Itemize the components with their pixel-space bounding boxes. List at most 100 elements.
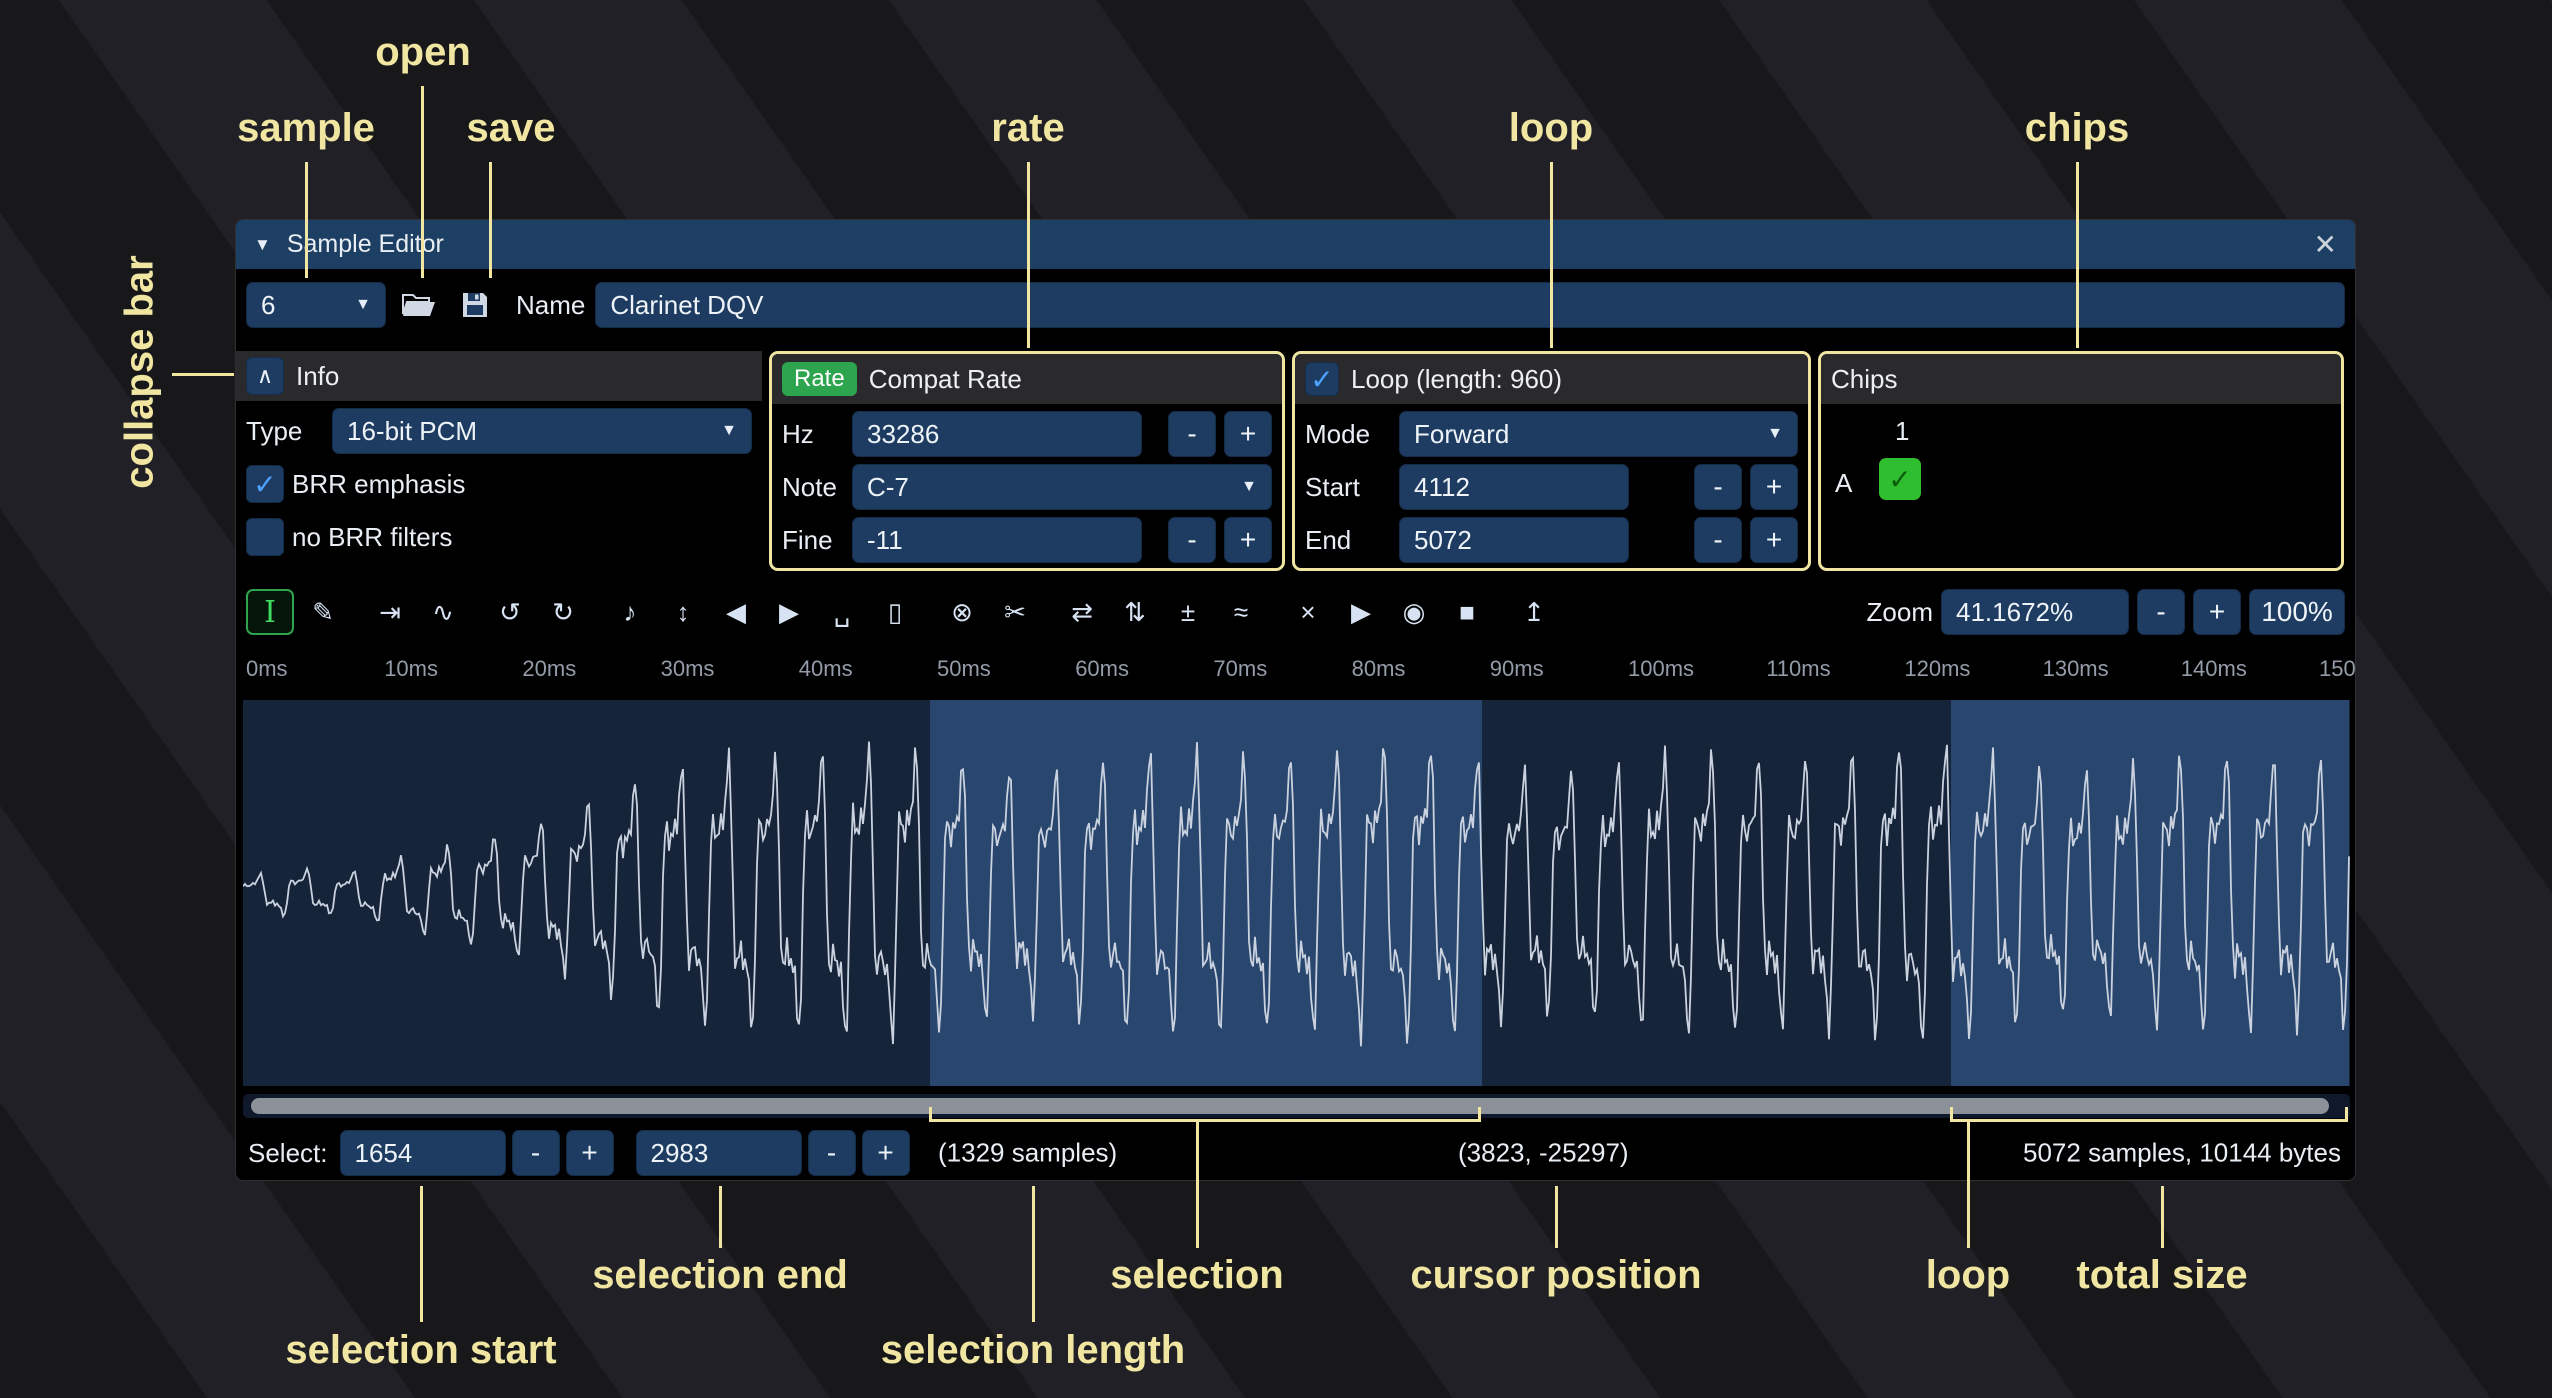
selection-end-plus-button[interactable]: + bbox=[862, 1130, 910, 1176]
hz-label: Hz bbox=[782, 419, 844, 450]
sample-select-value: 6 bbox=[261, 290, 275, 321]
no-brr-filters-checkbox[interactable] bbox=[246, 518, 284, 556]
hz-input[interactable]: 33286 bbox=[852, 411, 1142, 457]
loop-end-minus-button[interactable]: - bbox=[1694, 517, 1742, 563]
info-header[interactable]: ∧ Info bbox=[236, 351, 762, 401]
type-value: 16-bit PCM bbox=[347, 416, 477, 447]
loop-end-plus-button[interactable]: + bbox=[1750, 517, 1798, 563]
fade-in-icon[interactable]: ◀ bbox=[712, 589, 760, 635]
crossfade-loop-icon[interactable]: × bbox=[1284, 589, 1332, 635]
loop-start-input[interactable]: 4112 bbox=[1399, 464, 1629, 510]
loop-end-input[interactable]: 5072 bbox=[1399, 517, 1629, 563]
resize-icon[interactable]: ⇥ bbox=[366, 589, 414, 635]
insert-silence-icon[interactable]: ␣ bbox=[818, 589, 866, 635]
floppy-disk-icon bbox=[461, 291, 489, 319]
selection-start-plus-button[interactable]: + bbox=[566, 1130, 614, 1176]
redo-icon[interactable]: ↻ bbox=[539, 589, 587, 635]
create-wavetable-icon[interactable]: ↥ bbox=[1510, 589, 1558, 635]
apply-silence-icon[interactable]: ▯ bbox=[871, 589, 919, 635]
amplify-icon[interactable]: ♪ bbox=[606, 589, 654, 635]
brr-emphasis-checkbox[interactable]: ✓ bbox=[246, 465, 284, 503]
draw-icon[interactable]: ✎ bbox=[299, 589, 347, 635]
zoom-out-button[interactable]: - bbox=[2137, 589, 2185, 635]
normalize-icon[interactable]: ↕ bbox=[659, 589, 707, 635]
note-select[interactable]: C-7 ▼ bbox=[852, 464, 1272, 510]
undo-icon[interactable]: ↺ bbox=[486, 589, 534, 635]
selection-start-input[interactable]: 1654 bbox=[340, 1130, 506, 1176]
chips-header-label: Chips bbox=[1831, 364, 1897, 395]
resample-icon[interactable]: ∿ bbox=[419, 589, 467, 635]
loop-bracket-tick bbox=[1950, 1107, 1953, 1119]
annotation-line bbox=[719, 1186, 722, 1248]
collapse-bar-button[interactable]: ∧ bbox=[246, 357, 284, 395]
hz-plus-button[interactable]: + bbox=[1224, 411, 1272, 457]
loop-mode-value: Forward bbox=[1414, 419, 1509, 450]
delete-icon[interactable]: ⊗ bbox=[938, 589, 986, 635]
name-input[interactable]: Clarinet DQV bbox=[595, 282, 2345, 328]
open-button[interactable] bbox=[396, 282, 442, 328]
edit-cursor-icon[interactable]: I bbox=[246, 589, 294, 635]
stop-icon[interactable]: ■ bbox=[1443, 589, 1491, 635]
horizontal-scrollbar[interactable] bbox=[243, 1094, 2350, 1118]
zoom-reset-button[interactable]: 100% bbox=[2249, 589, 2345, 635]
note-value: C-7 bbox=[867, 472, 909, 503]
annotation-line bbox=[489, 162, 492, 278]
annotation-chips: chips bbox=[2025, 106, 2129, 151]
zoom-in-button[interactable]: + bbox=[2193, 589, 2241, 635]
preview-loop-icon[interactable]: ◉ bbox=[1390, 589, 1438, 635]
loop-checkbox[interactable]: ✓ bbox=[1305, 362, 1339, 396]
annotation-selection-length: selection length bbox=[881, 1328, 1186, 1373]
selection-start-minus-button[interactable]: - bbox=[512, 1130, 560, 1176]
annotation-loop-bottom: loop bbox=[1926, 1253, 2010, 1298]
chips-panel: Chips 1 A ✓ bbox=[1818, 351, 2344, 571]
zoom-value: 41.1672% bbox=[1956, 597, 2073, 628]
scrollbar-thumb[interactable] bbox=[251, 1098, 2329, 1114]
loop-start-plus-button[interactable]: + bbox=[1750, 464, 1798, 510]
toolbar: I✎⇥∿↺↻♪↕◀▶␣▯⊗✂⇄⇅±≈×▶◉■↥ Zoom 41.1672% - … bbox=[236, 586, 2355, 638]
window-collapse-icon[interactable]: ▼ bbox=[254, 235, 271, 255]
filter-icon[interactable]: ≈ bbox=[1217, 589, 1265, 635]
loop-start-minus-button[interactable]: - bbox=[1694, 464, 1742, 510]
save-button[interactable] bbox=[452, 282, 498, 328]
timeline-label: 80ms bbox=[1352, 656, 1406, 682]
zoom-input[interactable]: 41.1672% bbox=[1941, 589, 2129, 635]
timeline-ruler[interactable]: 0ms10ms20ms30ms40ms50ms60ms70ms80ms90ms1… bbox=[236, 654, 2355, 688]
type-select[interactable]: 16-bit PCM ▼ bbox=[332, 408, 752, 454]
invert-icon[interactable]: ⇅ bbox=[1111, 589, 1159, 635]
annotation-line bbox=[1027, 162, 1030, 348]
timeline-label: 20ms bbox=[522, 656, 576, 682]
selection-end-input[interactable]: 2983 bbox=[636, 1130, 802, 1176]
fine-input[interactable]: -11 bbox=[852, 517, 1142, 563]
loop-start-value: 4112 bbox=[1414, 472, 1470, 503]
trim-icon[interactable]: ✂ bbox=[991, 589, 1039, 635]
fine-plus-button[interactable]: + bbox=[1224, 517, 1272, 563]
timeline-label: 100ms bbox=[1628, 656, 1694, 682]
timeline-label: 120ms bbox=[1904, 656, 1970, 682]
annotation-line bbox=[2161, 1186, 2164, 1248]
reverse-icon[interactable]: ⇄ bbox=[1058, 589, 1106, 635]
titlebar[interactable]: ▼ Sample Editor ✕ bbox=[236, 220, 2355, 269]
rate-header-label: Compat Rate bbox=[869, 364, 1022, 395]
rate-badge[interactable]: Rate bbox=[782, 362, 857, 396]
sign-icon[interactable]: ± bbox=[1164, 589, 1212, 635]
annotation-cursor-position: cursor position bbox=[1410, 1253, 1701, 1298]
chip-enable-checkbox[interactable]: ✓ bbox=[1879, 458, 1921, 500]
status-bar: Select: 1654 - + 2983 - + (1329 samples)… bbox=[236, 1124, 2355, 1182]
loop-mode-select[interactable]: Forward ▼ bbox=[1399, 411, 1798, 457]
timeline-label: 40ms bbox=[799, 656, 853, 682]
hz-value: 33286 bbox=[867, 419, 939, 450]
chips-header: Chips bbox=[1821, 354, 2341, 404]
chevron-down-icon: ▼ bbox=[711, 422, 737, 440]
timeline-label: 110ms bbox=[1766, 656, 1830, 682]
loop-panel: ✓ Loop (length: 960) Mode Forward ▼ Star… bbox=[1292, 351, 1811, 571]
fade-out-icon[interactable]: ▶ bbox=[765, 589, 813, 635]
fine-minus-button[interactable]: - bbox=[1168, 517, 1216, 563]
selection-end-minus-button[interactable]: - bbox=[808, 1130, 856, 1176]
close-icon[interactable]: ✕ bbox=[2314, 228, 2337, 261]
waveform-view[interactable] bbox=[243, 700, 2350, 1086]
hz-minus-button[interactable]: - bbox=[1168, 411, 1216, 457]
preview-icon[interactable]: ▶ bbox=[1337, 589, 1385, 635]
annotation-loop: loop bbox=[1509, 106, 1593, 151]
sample-select[interactable]: 6 ▼ bbox=[246, 282, 386, 328]
mode-label: Mode bbox=[1305, 419, 1391, 450]
